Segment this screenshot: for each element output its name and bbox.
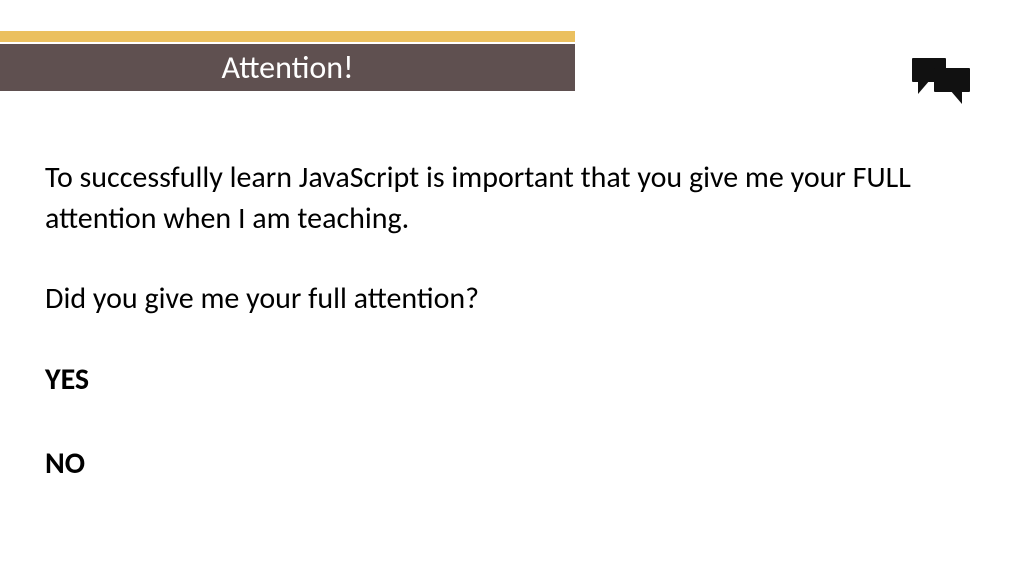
header-title: Attention! [221,48,353,87]
body-content: To successfully learn JavaScript is impo… [45,158,974,529]
header-bar: Attention! [0,44,575,91]
chat-bubbles-icon [912,58,974,106]
option-yes[interactable]: YES [45,360,974,401]
accent-stripe [0,31,575,42]
option-no[interactable]: NO [45,444,974,485]
paragraph-1: To successfully learn JavaScript is impo… [45,158,974,239]
paragraph-2: Did you give me your full attention? [45,279,974,320]
